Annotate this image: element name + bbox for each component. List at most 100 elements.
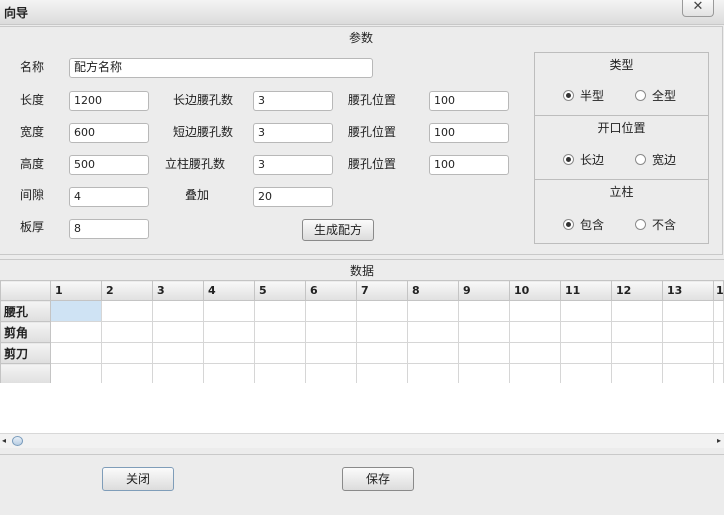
column-header[interactable]: 4 xyxy=(203,280,255,301)
thickness-input[interactable]: 8 xyxy=(69,219,149,239)
row-header[interactable]: 剪角 xyxy=(0,321,51,343)
grid-cell[interactable] xyxy=(509,342,561,364)
overlap-input[interactable]: 20 xyxy=(253,187,333,207)
grid-cell[interactable] xyxy=(662,363,714,385)
hole-position-input-2[interactable]: 100 xyxy=(429,123,509,143)
scroll-left-icon[interactable]: ◂ xyxy=(2,436,6,445)
grid-cell[interactable] xyxy=(305,363,357,385)
grid-cell[interactable] xyxy=(152,300,204,322)
grid-cell[interactable] xyxy=(713,300,724,322)
grid-cell[interactable] xyxy=(458,300,510,322)
gap-input[interactable]: 4 xyxy=(69,187,149,207)
column-header[interactable]: 1 xyxy=(50,280,102,301)
grid-cell[interactable] xyxy=(458,363,510,385)
grid-cell[interactable] xyxy=(50,363,102,385)
grid-cell[interactable] xyxy=(356,342,408,364)
grid-cell[interactable] xyxy=(509,321,561,343)
grid-cell[interactable] xyxy=(662,342,714,364)
column-header[interactable]: 1 xyxy=(713,280,724,301)
column-header[interactable]: 6 xyxy=(305,280,357,301)
grid-cell[interactable] xyxy=(254,300,306,322)
column-header[interactable]: 12 xyxy=(611,280,663,301)
column-header[interactable]: 9 xyxy=(458,280,510,301)
close-button[interactable]: 关闭 xyxy=(102,467,174,491)
grid-cell[interactable] xyxy=(203,300,255,322)
grid-cell[interactable] xyxy=(152,321,204,343)
column-header[interactable]: 3 xyxy=(152,280,204,301)
width-input[interactable]: 600 xyxy=(69,123,149,143)
length-input[interactable]: 1200 xyxy=(69,91,149,111)
opening-radio-long-side[interactable]: 长边 xyxy=(563,151,604,168)
hole-position-input-1[interactable]: 100 xyxy=(429,91,509,111)
grid-cell[interactable] xyxy=(560,300,612,322)
grid-cell[interactable] xyxy=(407,363,459,385)
grid-cell[interactable] xyxy=(611,342,663,364)
grid-cell[interactable] xyxy=(203,342,255,364)
grid-cell[interactable] xyxy=(203,363,255,385)
grid-cell[interactable] xyxy=(203,321,255,343)
grid-cell[interactable] xyxy=(560,321,612,343)
grid-cell[interactable] xyxy=(713,321,724,343)
column-header[interactable]: 2 xyxy=(101,280,153,301)
generate-recipe-button[interactable]: 生成配方 xyxy=(302,219,374,241)
grid-cell[interactable] xyxy=(305,342,357,364)
grid-cell[interactable] xyxy=(50,321,102,343)
column-header[interactable]: 13 xyxy=(662,280,714,301)
row-header[interactable] xyxy=(0,363,51,385)
type-radio-half[interactable]: 半型 xyxy=(563,87,604,104)
column-header[interactable]: 10 xyxy=(509,280,561,301)
grid-cell[interactable] xyxy=(713,363,724,385)
grid-cell[interactable] xyxy=(356,363,408,385)
scroll-thumb[interactable] xyxy=(12,436,23,446)
grid-cell[interactable] xyxy=(50,342,102,364)
grid-cell[interactable] xyxy=(611,300,663,322)
grid-cell[interactable] xyxy=(560,363,612,385)
grid-cell[interactable] xyxy=(662,300,714,322)
height-input[interactable]: 500 xyxy=(69,155,149,175)
grid-cell[interactable] xyxy=(509,300,561,322)
grid-cell[interactable] xyxy=(305,321,357,343)
grid-cell[interactable] xyxy=(152,363,204,385)
grid-cell[interactable] xyxy=(254,321,306,343)
grid-cell[interactable] xyxy=(101,300,153,322)
grid-cell[interactable] xyxy=(356,321,408,343)
grid-cell[interactable] xyxy=(101,342,153,364)
name-input[interactable]: 配方名称 xyxy=(69,58,373,78)
grid-cell[interactable] xyxy=(407,321,459,343)
grid-cell[interactable] xyxy=(254,342,306,364)
column-holes-input[interactable]: 3 xyxy=(253,155,333,175)
save-button[interactable]: 保存 xyxy=(342,467,414,491)
close-icon[interactable]: ✕ xyxy=(682,0,714,17)
short-side-holes-input[interactable]: 3 xyxy=(253,123,333,143)
grid-cell[interactable] xyxy=(458,321,510,343)
column-radio-exclude[interactable]: 不含 xyxy=(635,216,676,233)
long-side-holes-input[interactable]: 3 xyxy=(253,91,333,111)
grid-cell[interactable] xyxy=(305,300,357,322)
grid-cell[interactable] xyxy=(458,342,510,364)
grid-cell[interactable] xyxy=(50,300,102,322)
scroll-right-icon[interactable]: ▸ xyxy=(717,436,721,445)
grid-cell[interactable] xyxy=(101,321,153,343)
grid-cell[interactable] xyxy=(611,321,663,343)
grid-cell[interactable] xyxy=(407,342,459,364)
horizontal-scrollbar[interactable]: ◂ ▸ xyxy=(0,433,724,448)
row-header[interactable]: 剪刀 xyxy=(0,342,51,364)
row-header[interactable]: 腰孔 xyxy=(0,300,51,322)
grid-cell[interactable] xyxy=(509,363,561,385)
column-header[interactable]: 8 xyxy=(407,280,459,301)
opening-radio-wide-side[interactable]: 宽边 xyxy=(635,151,676,168)
grid-cell[interactable] xyxy=(560,342,612,364)
grid-cell[interactable] xyxy=(713,342,724,364)
grid-cell[interactable] xyxy=(407,300,459,322)
column-header[interactable]: 5 xyxy=(254,280,306,301)
grid-cell[interactable] xyxy=(152,342,204,364)
grid-cell[interactable] xyxy=(662,321,714,343)
grid-cell[interactable] xyxy=(254,363,306,385)
column-header[interactable]: 11 xyxy=(560,280,612,301)
hole-position-input-3[interactable]: 100 xyxy=(429,155,509,175)
grid-cell[interactable] xyxy=(356,300,408,322)
grid-cell[interactable] xyxy=(101,363,153,385)
type-radio-full[interactable]: 全型 xyxy=(635,87,676,104)
column-header[interactable]: 7 xyxy=(356,280,408,301)
grid-cell[interactable] xyxy=(611,363,663,385)
